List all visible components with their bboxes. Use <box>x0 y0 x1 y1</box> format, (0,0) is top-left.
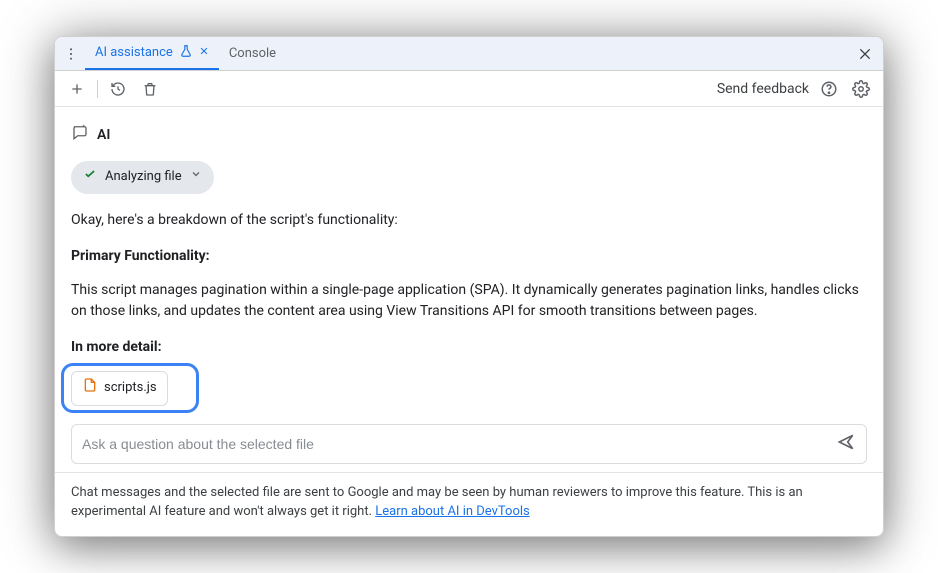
status-text: Analyzing file <box>105 167 182 187</box>
kebab-menu-icon[interactable] <box>61 44 81 64</box>
heading-detail: In more detail: <box>71 337 867 359</box>
file-icon <box>82 377 98 400</box>
new-chat-button[interactable] <box>65 77 89 101</box>
paragraph-primary: This script manages pagination within a … <box>71 280 867 323</box>
ai-title: AI <box>97 125 110 147</box>
flask-icon <box>179 44 193 62</box>
tab-ai-assistance[interactable]: AI assistance <box>85 37 219 70</box>
send-feedback-link[interactable]: Send feedback <box>717 81 809 97</box>
prompt-input[interactable] <box>82 436 836 452</box>
divider <box>97 80 98 98</box>
learn-more-link[interactable]: Learn about AI in DevTools <box>375 504 529 519</box>
chevron-down-icon <box>190 167 202 187</box>
chat-content: AI Analyzing file Okay, here's a breakdo… <box>55 107 883 423</box>
disclaimer-footer: Chat messages and the selected file are … <box>55 472 883 536</box>
devtools-panel: AI assistance Console Send feedback <box>54 36 884 536</box>
prompt-input-row <box>71 424 867 464</box>
settings-icon[interactable] <box>849 77 873 101</box>
heading-primary: Primary Functionality: <box>71 246 867 268</box>
close-panel-icon[interactable] <box>853 42 877 66</box>
file-name: scripts.js <box>104 378 157 398</box>
send-button[interactable] <box>836 432 856 456</box>
file-chip-container: scripts.js <box>71 371 867 406</box>
tab-bar: AI assistance Console <box>55 37 883 71</box>
sparkle-chat-icon <box>71 123 89 149</box>
status-pill[interactable]: Analyzing file <box>71 161 214 194</box>
close-tab-icon[interactable] <box>199 45 209 60</box>
toolbar: Send feedback <box>55 71 883 107</box>
history-button[interactable] <box>106 77 130 101</box>
tab-label: AI assistance <box>95 45 173 60</box>
ai-header: AI <box>71 123 867 149</box>
check-icon <box>83 167 97 188</box>
tab-console[interactable]: Console <box>219 37 286 70</box>
intro-text: Okay, here's a breakdown of the script's… <box>71 210 867 232</box>
tab-label: Console <box>229 46 276 61</box>
delete-button[interactable] <box>138 77 162 101</box>
file-chip[interactable]: scripts.js <box>71 371 168 406</box>
help-icon[interactable] <box>817 77 841 101</box>
